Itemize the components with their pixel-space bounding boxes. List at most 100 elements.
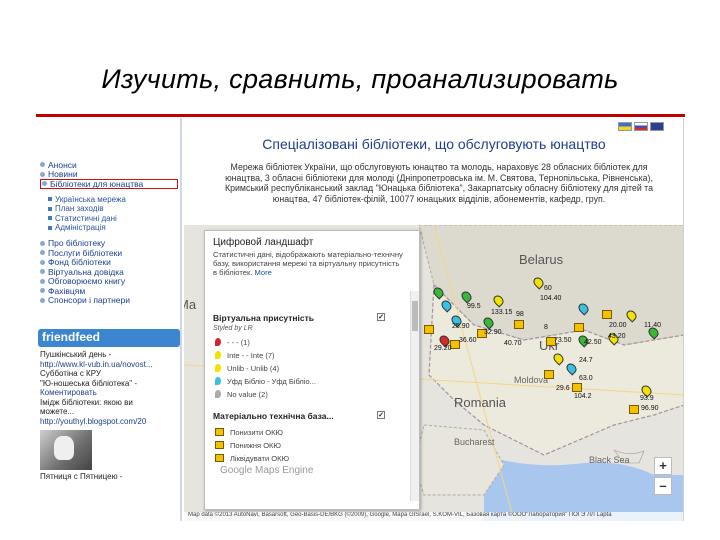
legend-header: Цифровой ландшафт: [213, 237, 314, 248]
map-label-black-sea: Black Sea: [589, 455, 630, 465]
sub-nav-item[interactable]: Українська мережа: [48, 195, 180, 205]
map-value: 25.90: [452, 323, 470, 330]
map-value: 40.70: [504, 340, 522, 347]
library-icon[interactable]: [514, 320, 524, 329]
sub-nav-item[interactable]: План заходів: [48, 204, 180, 214]
gray-pin-icon: [215, 390, 221, 398]
zoom-out-button[interactable]: –: [654, 477, 672, 495]
main-content: Спеціалізовані бібліотеки, що обслуговую…: [184, 118, 683, 521]
feed-item: Імідж бібліотеки: якою ви: [40, 397, 133, 407]
nav-item-youth-libraries[interactable]: Бібліотеки для юнацтва: [40, 179, 178, 189]
title-underline: [36, 114, 685, 117]
friendfeed-logo[interactable]: friendfeed: [38, 329, 180, 347]
sub-nav-item[interactable]: Статистичні дані: [48, 214, 180, 224]
flag-english-icon[interactable]: [650, 122, 664, 131]
map-label-romania: Romania: [454, 395, 507, 410]
website-screenshot: Анонси Новини Бібліотеки для юнацтва Укр…: [36, 118, 684, 521]
map-value: 96.90: [641, 405, 659, 412]
page-title: Спеціалізовані бібліотеки, що обслуговую…: [262, 136, 606, 152]
map-value: 98: [516, 311, 524, 318]
bullet-icon: [40, 250, 45, 256]
legend-row: No value (2): [215, 389, 268, 399]
feed-link[interactable]: http://www.kl-vub.in.ua/novost...: [40, 360, 180, 370]
sidebar-nav: Анонси Новини Бібліотеки для юнацтва Укр…: [40, 160, 180, 305]
legend-section-virtual: Віртуальна присутність ✓: [213, 313, 385, 323]
nav-item-sponsors[interactable]: Спонсори і партнери: [40, 295, 180, 305]
flag-russian-icon[interactable]: [634, 122, 648, 131]
map-value: 73.50: [554, 337, 572, 344]
virtual-layer-checkbox[interactable]: ✓: [377, 313, 385, 321]
map-label-moldova: Moldova: [514, 375, 549, 385]
sub-nav-item[interactable]: Адміністрація: [48, 223, 180, 233]
map-attribution: Map data ©2013 AutoNavi, Basarsoft, Geo-…: [184, 512, 683, 521]
map-value: 60: [544, 285, 552, 292]
map-view[interactable]: Belarus Ukr Romania Moldova Bucharest Bl…: [184, 225, 683, 521]
library-house-icon: [215, 441, 224, 449]
map-value: 104.40: [540, 295, 562, 302]
library-icon[interactable]: [602, 310, 612, 319]
bullet-icon: [40, 171, 45, 177]
map-watermark: Google Maps Engine: [220, 465, 314, 476]
bullet-icon: [40, 288, 45, 294]
legend-styled-by: Styled by LR: [213, 325, 253, 332]
nav-item-about[interactable]: Про бібліотеку: [40, 238, 180, 248]
feed-thumbnail[interactable]: [40, 430, 92, 470]
flag-ukrainian-icon[interactable]: [618, 122, 632, 131]
feed-item: Субботіна с КРУ: [40, 369, 101, 378]
yellow-pin-icon: [215, 351, 221, 359]
nav-item-news[interactable]: Новини: [40, 169, 180, 179]
bullet-icon: [40, 278, 45, 284]
map-value: 93.9: [640, 395, 654, 402]
bullet-icon: [42, 181, 47, 187]
nav-item-services[interactable]: Послуги бібліотеки: [40, 248, 180, 258]
map-value: 32.90: [484, 329, 502, 336]
map-value: 36.60: [459, 337, 477, 344]
map-label-bucharest: Bucharest: [454, 437, 495, 447]
library-icon[interactable]: [572, 383, 582, 392]
nav-item-discuss-book[interactable]: Обговорюємо книгу: [40, 276, 180, 286]
legend-row: Unlib - Unlib (4): [215, 363, 279, 373]
nav-item-announcements[interactable]: Анонси: [40, 160, 180, 170]
map-value: 29.20: [434, 345, 452, 352]
legend-row: Понижня ОКЮ: [215, 440, 281, 450]
zoom-in-button[interactable]: +: [654, 457, 672, 475]
square-bullet-icon: [48, 206, 52, 211]
map-label-belarus: Belarus: [519, 252, 564, 267]
legend-row: Понизити ОКЮ: [215, 427, 283, 437]
nav-item-fund[interactable]: Фонд бібліотеки: [40, 257, 180, 267]
base-layer-checkbox[interactable]: ✓: [377, 411, 385, 419]
square-bullet-icon: [48, 225, 52, 230]
bullet-icon: [40, 240, 45, 246]
legend-row: Ліквідувати ОКЮ: [215, 453, 289, 463]
friendfeed-list: Пушкінський день - http://www.kl-vub.in.…: [40, 350, 180, 482]
map-value: 42.50: [584, 339, 602, 346]
square-bullet-icon: [48, 216, 52, 221]
feed-item: "Ю-ношеська бібліотека" -: [40, 378, 138, 388]
feed-item: Пятниця с Пятницею -: [40, 472, 123, 481]
map-value: 133.15: [491, 309, 513, 316]
map-value: 8: [544, 324, 548, 331]
bullet-icon: [40, 259, 45, 265]
nav-item-specialists[interactable]: Фахівцям: [40, 286, 180, 296]
feed-comment-link[interactable]: Коментировать: [40, 388, 180, 398]
legend-row: Уфд Бібліо - Уфд Бібліо...: [215, 376, 316, 386]
scrollbar-thumb[interactable]: [412, 301, 418, 331]
library-house-icon: [215, 428, 224, 436]
language-flags: [618, 122, 664, 131]
library-icon[interactable]: [574, 323, 584, 332]
blue-pin-icon: [215, 377, 221, 385]
square-bullet-icon: [48, 197, 52, 202]
yellow-pin-icon: [215, 364, 221, 372]
library-icon[interactable]: [424, 325, 434, 334]
library-icon[interactable]: [544, 370, 554, 379]
legend-more-link[interactable]: More: [255, 268, 272, 277]
map-value: 99.5: [467, 303, 481, 310]
feed-link[interactable]: http://youthyl.blogspot.com/20: [40, 417, 180, 427]
legend-section-base: Матеріально технічна база... ✓: [213, 411, 385, 421]
library-house-icon: [215, 454, 224, 462]
nav-item-virtual-help[interactable]: Віртуальна довідка: [40, 267, 180, 277]
page-description: Мережа бібліотек України, що обслуговуют…: [224, 162, 654, 204]
legend-scrollbar[interactable]: [410, 291, 419, 501]
feed-item: можете...: [40, 407, 75, 416]
library-icon[interactable]: [629, 405, 639, 414]
